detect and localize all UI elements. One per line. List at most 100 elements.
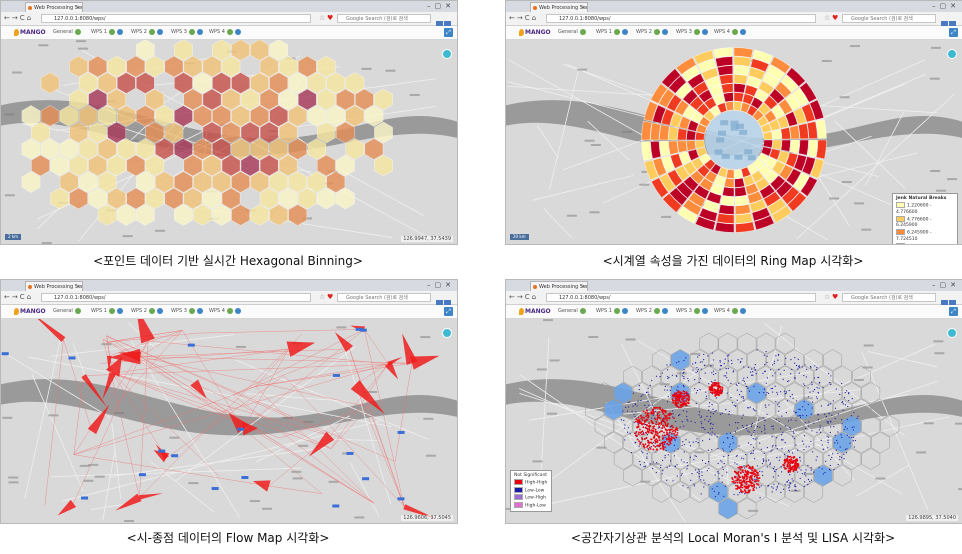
close-tab-icon[interactable]: × [76,3,80,12]
expand-icon[interactable]: ⤢ [949,307,958,316]
toolbar-icons[interactable] [940,293,958,308]
window-controls[interactable]: –▢✕ [427,280,455,290]
menu-item-2[interactable]: WPS 2 [131,26,163,39]
url-input[interactable]: 127.0.0.1:8080/wps/ [41,293,311,302]
layer-toggle-icon[interactable] [947,49,957,59]
browser-tab[interactable]: Web Processing Service× [25,281,83,291]
expand-icon[interactable]: ⤢ [444,307,453,316]
search-input[interactable]: Google Search (검)로 검색 [337,293,431,302]
lisa-high-high-point [648,422,650,425]
menu-item-2[interactable]: WPS 2 [131,305,163,318]
lisa-point [719,368,721,370]
search-input[interactable]: Google Search (검)로 검색 [337,14,431,23]
lisa-point [701,361,703,363]
lisa-point [774,385,776,387]
layer-toggle-icon[interactable] [947,328,957,338]
search-input[interactable]: Google Search (검)로 검색 [842,14,936,23]
address-bar: ←→C⌂ 127.0.0.1:8080/wps/ ☆ ♥ Google Sear… [1,12,457,29]
map-view[interactable] [1,40,457,244]
browser-tab[interactable]: Web Processing Service× [530,2,588,12]
heart-icon[interactable]: ♥ [327,13,333,24]
lisa-point [743,467,746,469]
heart-icon[interactable]: ♥ [832,292,838,303]
url-input[interactable]: 127.0.0.1:8080/wps/ [41,14,311,23]
map-view[interactable] [1,319,457,523]
lisa-high-high-point [681,396,684,399]
menu-item-3[interactable]: WPS 3 [676,305,708,318]
menu-icon [653,307,660,314]
lisa-point [698,468,700,470]
menu-item-2[interactable]: WPS 2 [636,26,668,39]
search-input[interactable]: Google Search (검)로 검색 [842,293,936,302]
lisa-point [712,413,714,415]
nav-buttons[interactable]: ←→C⌂ [509,292,538,303]
lisa-point [633,413,635,415]
menu-item-0[interactable]: General [558,26,586,39]
window-controls[interactable]: –▢✕ [932,1,960,11]
window-controls[interactable]: –▢✕ [427,1,455,11]
menu-item-2[interactable]: WPS 2 [636,305,668,318]
nav-buttons[interactable]: ←→C⌂ [509,13,538,24]
menu-item-0[interactable]: General [53,26,81,39]
lisa-point [848,393,850,395]
layer-toggle-icon[interactable] [442,328,452,338]
lisa-point [781,439,783,441]
expand-icon[interactable]: ⤢ [444,28,453,37]
menu-item-0[interactable]: General [558,305,586,318]
toolbar-icons[interactable] [435,293,453,308]
lisa-high-high-point [736,481,739,484]
lisa-high-high-point [636,419,639,422]
lisa-point [646,453,648,455]
nav-buttons[interactable]: ←→C⌂ [4,292,33,303]
bookmark-star-icon[interactable]: ☆ [319,292,325,303]
lisa-high-high-point [685,391,688,394]
bookmark-star-icon[interactable]: ☆ [824,13,830,24]
menu-item-1[interactable]: WPS 1 [91,305,123,318]
heart-icon[interactable]: ♥ [832,13,838,24]
close-tab-icon[interactable]: × [581,3,585,12]
menu-item-4[interactable]: WPS 4 [714,26,746,39]
close-tab-icon[interactable]: × [581,282,585,291]
menu-item-4[interactable]: WPS 4 [209,305,241,318]
browser-tab[interactable]: Web Processing Service× [25,2,83,12]
menu-item-4[interactable]: WPS 4 [714,305,746,318]
toolbar-icons[interactable] [940,14,958,29]
menu-item-0[interactable]: General [53,305,81,318]
nav-buttons[interactable]: ←→C⌂ [4,13,33,24]
expand-icon[interactable]: ⤢ [949,28,958,37]
legend-swatch [514,494,523,500]
menu-item-3[interactable]: WPS 3 [676,26,708,39]
lisa-point [813,388,816,391]
url-input[interactable]: 127.0.0.1:8080/wps/ [546,293,816,302]
url-input[interactable]: 127.0.0.1:8080/wps/ [546,14,816,23]
menu-item-1[interactable]: WPS 1 [91,26,123,39]
lisa-point [732,370,735,372]
place-label-mark [409,93,420,96]
menu-item-1[interactable]: WPS 1 [596,305,628,318]
window-controls[interactable]: –▢✕ [932,280,960,290]
lisa-point [724,485,726,487]
caption-ring-map: <시계열 속성을 가진 데이터의 Ring Map 시각화> [602,254,864,268]
bookmark-star-icon[interactable]: ☆ [319,13,325,24]
flow-value-label [158,449,166,453]
lisa-point [775,401,777,403]
menu-item-1[interactable]: WPS 1 [596,26,628,39]
layer-toggle-icon[interactable] [442,49,452,59]
menu-item-3[interactable]: WPS 3 [171,305,203,318]
menu-item-4[interactable]: WPS 4 [209,26,241,39]
lisa-high-high-point [658,425,661,428]
toolbar-icons[interactable] [435,14,453,29]
lisa-point [697,368,700,370]
menu-item-3[interactable]: WPS 3 [171,26,203,39]
close-tab-icon[interactable]: × [76,282,80,291]
browser-tab[interactable]: Web Processing Service× [530,281,588,291]
lisa-point [805,475,807,477]
lisa-point [647,387,649,389]
lisa-map [506,319,962,523]
heart-icon[interactable]: ♥ [327,292,333,303]
ring-segment [733,56,752,67]
map-view[interactable] [506,319,962,523]
bookmark-star-icon[interactable]: ☆ [824,292,830,303]
lisa-point [649,463,651,465]
lisa-high-high-point [645,437,648,439]
